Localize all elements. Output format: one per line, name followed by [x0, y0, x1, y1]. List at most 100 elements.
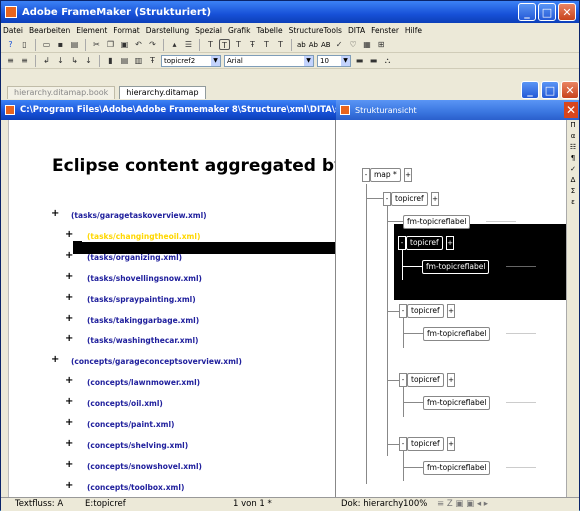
expand-topicref-attrs-icon[interactable]: + [447, 437, 455, 451]
side-icon-delta[interactable]: ∆ [567, 175, 579, 186]
structure-tree[interactable]: - map * + - topicref + fm-topicreflabel … [336, 120, 566, 497]
menu-grafik[interactable]: Grafik [228, 26, 251, 35]
paste-icon[interactable]: ▣ [119, 39, 130, 50]
align-left-icon[interactable]: ≡ [5, 55, 16, 66]
chevron-down-icon[interactable]: ▼ [211, 55, 220, 66]
side-icon-pilcrow[interactable]: ¶ [567, 153, 579, 164]
status-controls-icon[interactable]: ≡ Z ▣ ▣ ◂ ▸ [437, 499, 488, 509]
side-icon-epsilon[interactable]: ε [567, 197, 579, 208]
uppercase-button[interactable]: AB [321, 41, 331, 49]
close-button[interactable]: ✕ [558, 3, 576, 21]
open-icon[interactable]: ▭ [41, 39, 52, 50]
lowercase-button[interactable]: ab [297, 41, 306, 49]
text-icon[interactable]: T [205, 39, 216, 50]
list-item[interactable]: (tasks/takinggarbage.xml) [87, 316, 199, 325]
table-icon[interactable]: ▦ [362, 39, 373, 50]
node-topicref-selected[interactable]: topicref [406, 236, 443, 250]
book-icon[interactable]: ▮ [105, 55, 116, 66]
collapse-map-icon[interactable]: - [362, 168, 370, 182]
copy-icon[interactable]: ❐ [105, 39, 116, 50]
tab-decimal-icon[interactable]: ↓ [83, 55, 94, 66]
maximize-button[interactable]: □ [538, 3, 556, 21]
cut-icon[interactable]: ✂ [91, 39, 102, 50]
side-icon-sigma[interactable]: Σ [567, 186, 579, 197]
undo-icon[interactable]: ↶ [133, 39, 144, 50]
side-icon-check[interactable]: ✓ [567, 164, 579, 175]
character-catalog-icon[interactable]: Ŧ [147, 55, 158, 66]
spellcheck-icon[interactable]: ✓ [334, 39, 345, 50]
find-icon[interactable]: ⛬ [382, 55, 393, 66]
node-topicref[interactable]: topicref [407, 437, 444, 451]
tab-left-icon[interactable]: ↲ [41, 55, 52, 66]
list-item[interactable]: (concepts/toolbox.xml) [87, 483, 184, 492]
list-item[interactable]: (concepts/lawnmower.xml) [87, 378, 200, 387]
italic-text-icon[interactable]: T [233, 39, 244, 50]
doc-minimize-button[interactable]: _ [521, 81, 539, 99]
menu-fenster[interactable]: Fenster [371, 26, 399, 35]
list-item[interactable]: (tasks/organizing.xml) [87, 253, 182, 262]
side-icon-pi[interactable]: Π [567, 120, 579, 131]
list-item[interactable]: (concepts/snowshovel.xml) [87, 462, 202, 471]
list-item[interactable]: (concepts/shelving.xml) [87, 441, 188, 450]
menu-spezial[interactable]: Spezial [195, 26, 222, 35]
paragraph-style-combo[interactable]: topicref2 ▼ [161, 54, 221, 67]
list-item[interactable]: (tasks/spraypainting.xml) [87, 295, 196, 304]
collapse-topicref-icon[interactable]: - [399, 304, 407, 318]
conditional-text-icon[interactable]: ▬ [368, 55, 379, 66]
superscript-icon[interactable]: T [261, 39, 272, 50]
font-combo[interactable]: Arial ▼ [224, 54, 314, 67]
structure-close-button[interactable]: ✕ [564, 102, 578, 118]
grid-icon[interactable]: ⊞ [376, 39, 387, 50]
tab-right-icon[interactable]: ↳ [69, 55, 80, 66]
list-item-selected[interactable]: (tasks/changingtheoil.xml) [87, 232, 200, 241]
doc-close-button[interactable]: ✕ [561, 81, 579, 99]
chevron-down-icon[interactable]: ▼ [341, 55, 350, 66]
paragraph-catalog-icon[interactable]: ▥ [133, 55, 144, 66]
doc-maximize-button[interactable]: □ [541, 81, 559, 99]
insert-icon[interactable]: ▴ [169, 39, 180, 50]
collapse-topicref-icon[interactable]: - [383, 192, 391, 206]
textbox-icon[interactable]: T [219, 39, 230, 50]
tab-hierarchy-ditamap[interactable]: hierarchy.ditamap [119, 86, 206, 99]
node-fm-topicreflabel-selected[interactable]: fm-topicreflabel [422, 260, 490, 274]
collapse-topicref-icon[interactable]: - [398, 236, 406, 250]
tab-center-icon[interactable]: ↓ [55, 55, 66, 66]
redo-icon[interactable]: ↷ [147, 39, 158, 50]
thesaurus-icon[interactable]: ♡ [348, 39, 359, 50]
list-item[interactable]: (tasks/shovellingsnow.xml) [87, 274, 202, 283]
expand-map-attrs-icon[interactable]: + [404, 168, 412, 182]
list-item[interactable]: (tasks/garagetaskoverview.xml) [71, 211, 207, 220]
expand-topicref-attrs-icon[interactable]: + [446, 236, 454, 250]
side-icon-grid[interactable]: ☷ [567, 142, 579, 153]
node-topicref[interactable]: topicref [391, 192, 428, 206]
side-icon-alpha[interactable]: α [567, 131, 579, 142]
node-fm-topicreflabel[interactable]: fm-topicreflabel [423, 396, 491, 410]
menu-tabelle[interactable]: Tabelle [257, 26, 283, 35]
titlecase-button[interactable]: Ab [309, 41, 318, 49]
tab-hierarchy-book[interactable]: hierarchy.ditamap.book [7, 86, 116, 99]
minimize-button[interactable]: _ [518, 3, 536, 21]
change-bars-icon[interactable]: ▬ [354, 55, 365, 66]
menu-structuretools[interactable]: StructureTools [289, 26, 342, 35]
node-fm-topicreflabel[interactable]: fm-topicreflabel [423, 461, 491, 475]
collapse-topicref-icon[interactable]: - [399, 373, 407, 387]
save-icon[interactable]: ▪ [55, 39, 66, 50]
menu-darstellung[interactable]: Darstellung [146, 26, 189, 35]
menu-element[interactable]: Element [76, 26, 107, 35]
document-content[interactable]: Eclipse content aggregated by a + (tasks/… [1, 120, 336, 497]
node-map[interactable]: map * [370, 168, 401, 182]
menu-datei[interactable]: Datei [3, 26, 23, 35]
expand-topicref-attrs-icon[interactable]: + [447, 373, 455, 387]
collapse-topicref-icon[interactable]: - [399, 437, 407, 451]
menu-hilfe[interactable]: Hilfe [405, 26, 422, 35]
print-icon[interactable]: ▤ [69, 39, 80, 50]
list-item[interactable]: (concepts/paint.xml) [87, 420, 174, 429]
node-topicref[interactable]: topicref [407, 304, 444, 318]
list-item[interactable]: (tasks/washingthecar.xml) [87, 336, 198, 345]
status-zoom[interactable]: 100% [403, 499, 427, 509]
element-catalog-icon[interactable]: ▤ [119, 55, 130, 66]
new-icon[interactable]: ▯ [19, 39, 30, 50]
align-center-icon[interactable]: ≡ [19, 55, 30, 66]
font-size-combo[interactable]: 10 ▼ [317, 54, 351, 67]
expand-topicref-attrs-icon[interactable]: + [431, 192, 439, 206]
